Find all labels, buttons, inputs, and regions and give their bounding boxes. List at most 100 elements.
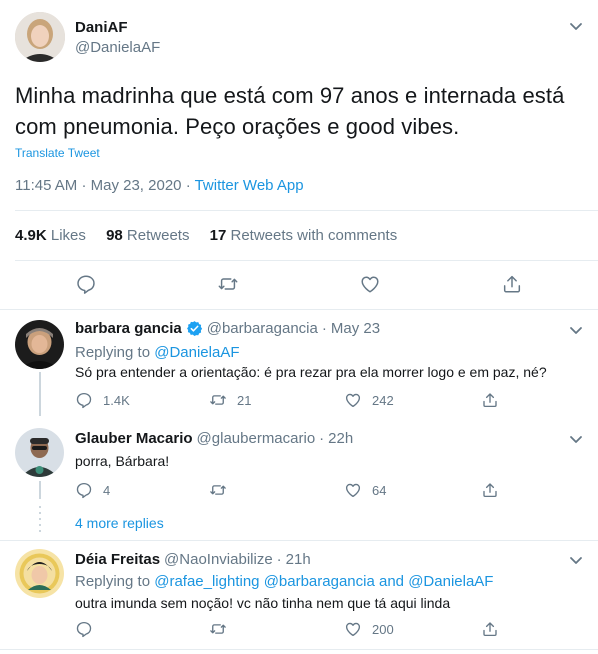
- author-handle[interactable]: @barbaragancia: [207, 320, 318, 337]
- retweet-button[interactable]: [209, 481, 237, 499]
- like-icon[interactable]: [359, 273, 381, 295]
- reply-icon: [75, 391, 93, 409]
- replying-to-link[interactable]: @DanielaAF: [408, 573, 493, 590]
- share-icon: [481, 481, 499, 499]
- separator: ·: [185, 177, 191, 194]
- chevron-down-icon[interactable]: [568, 552, 584, 568]
- reply-count: 4: [103, 482, 111, 498]
- tweet-date[interactable]: May 23, 2020: [91, 177, 182, 194]
- avatar-daniaf[interactable]: [15, 12, 65, 62]
- like-button[interactable]: 64: [344, 481, 386, 499]
- reply-date[interactable]: 21h: [286, 551, 311, 568]
- like-button[interactable]: 200: [344, 620, 394, 638]
- replying-to-line: Replying to @rafae_lighting @barbaraganc…: [75, 573, 493, 590]
- reply-count: 1.4K: [103, 392, 130, 408]
- chevron-down-icon[interactable]: [568, 431, 584, 447]
- reply-button[interactable]: [75, 620, 103, 638]
- separator: ·: [276, 551, 282, 568]
- reply-icon: [75, 481, 93, 499]
- retweet-button[interactable]: 21: [209, 391, 251, 409]
- author-handle[interactable]: @NaoInviabilize: [164, 551, 273, 568]
- quotes-count: 17: [209, 227, 227, 244]
- like-button[interactable]: 242: [344, 391, 394, 409]
- avatar-naoinviabilize[interactable]: [15, 549, 64, 598]
- author-handle[interactable]: @DanielaAF: [75, 39, 160, 56]
- replying-to-label: Replying to: [75, 344, 151, 361]
- share-icon[interactable]: [501, 273, 523, 295]
- author-name[interactable]: Glauber Macario: [75, 430, 193, 447]
- share-button[interactable]: [481, 481, 509, 499]
- separator: ·: [81, 177, 87, 194]
- avatar-barbaragancia[interactable]: [15, 320, 64, 369]
- chevron-down-icon[interactable]: [568, 322, 584, 338]
- likes-count: 4.9K: [15, 227, 47, 244]
- retweets-count: 98: [106, 227, 123, 244]
- thread-dots: [39, 506, 41, 536]
- likes-label: Likes: [50, 227, 86, 244]
- author-name[interactable]: DaniAF: [75, 19, 128, 36]
- translate-tweet-link[interactable]: Translate Tweet: [15, 146, 100, 160]
- divider: [15, 260, 598, 261]
- tweet-stats: 4.9K Likes 98 Retweets 17 Retweets with …: [15, 227, 397, 244]
- tweet-time[interactable]: 11:45 AM: [15, 177, 77, 194]
- divider: [0, 309, 598, 310]
- retweets-stat[interactable]: 98 Retweets: [106, 227, 189, 244]
- reply-button[interactable]: 4: [75, 481, 110, 499]
- reply-3-header: Déia Freitas @NaoInviabilize · 21h: [75, 551, 315, 568]
- avatar-glaubermacario[interactable]: [15, 428, 64, 477]
- replying-to-line: Replying to @DanielaAF: [75, 344, 239, 361]
- tweet-text-line-2: com pneumonia. Peço orações e good vibes…: [15, 114, 460, 139]
- retweets-label: Retweets: [126, 227, 190, 244]
- reply-text: porra, Bárbara!: [75, 453, 170, 469]
- quotes-label: Retweets with comments: [230, 227, 398, 244]
- share-button[interactable]: [481, 620, 509, 638]
- reply-date[interactable]: May 23: [331, 320, 380, 337]
- tweet-source-link[interactable]: Twitter Web App: [195, 177, 304, 194]
- divider: [0, 649, 598, 650]
- replying-to-and: and: [379, 573, 405, 590]
- reply-icon: [75, 620, 93, 638]
- thread-line: [39, 481, 41, 499]
- verified-badge-icon: [186, 320, 203, 337]
- like-count: 200: [372, 621, 394, 637]
- more-replies-link[interactable]: 4 more replies: [75, 515, 164, 531]
- replying-to-link[interactable]: @rafae_lighting: [154, 573, 259, 590]
- like-count: 242: [372, 392, 394, 408]
- reply-2-header: Glauber Macario @glaubermacario · 22h: [75, 430, 357, 447]
- thread-line: [39, 372, 41, 416]
- share-icon: [481, 620, 499, 638]
- retweet-icon[interactable]: [217, 273, 239, 295]
- share-icon: [481, 391, 499, 409]
- likes-stat[interactable]: 4.9K Likes: [15, 227, 86, 244]
- retweet-icon: [209, 620, 227, 638]
- tweet-text-line-1: Minha madrinha que está com 97 anos e in…: [15, 83, 565, 108]
- separator: ·: [321, 320, 327, 337]
- reply-icon[interactable]: [75, 273, 97, 295]
- divider: [0, 540, 598, 541]
- replying-to-link[interactable]: @barbaragancia: [264, 573, 375, 590]
- like-icon: [344, 481, 362, 499]
- reply-date[interactable]: 22h: [328, 430, 353, 447]
- separator: ·: [319, 430, 325, 447]
- author-name[interactable]: Déia Freitas: [75, 551, 160, 568]
- chevron-down-icon[interactable]: [568, 18, 584, 34]
- author-handle[interactable]: @glaubermacario: [197, 430, 316, 447]
- like-icon: [344, 620, 362, 638]
- retweet-icon: [209, 481, 227, 499]
- tweet-timestamp: 11:45 AM · May 23, 2020 · Twitter Web Ap…: [15, 177, 304, 194]
- replying-to-link[interactable]: @DanielaAF: [154, 344, 239, 361]
- quotes-stat[interactable]: 17 Retweets with comments: [210, 227, 398, 244]
- reply-text: Só pra entender a orientação: é pra reza…: [75, 364, 547, 380]
- retweet-button[interactable]: [209, 620, 237, 638]
- retweet-icon: [209, 391, 227, 409]
- divider: [15, 210, 598, 211]
- author-name[interactable]: barbara gancia: [75, 320, 182, 337]
- replying-to-label: Replying to: [75, 573, 151, 590]
- like-count: 64: [372, 482, 387, 498]
- reply-text: outra imunda sem noção! vc não tinha nem…: [75, 595, 451, 611]
- share-button[interactable]: [481, 391, 509, 409]
- like-icon: [344, 391, 362, 409]
- retweet-count: 21: [237, 392, 252, 408]
- reply-1-header: barbara gancia @barbaragancia · May 23: [75, 320, 384, 337]
- reply-button[interactable]: 1.4K: [75, 391, 130, 409]
